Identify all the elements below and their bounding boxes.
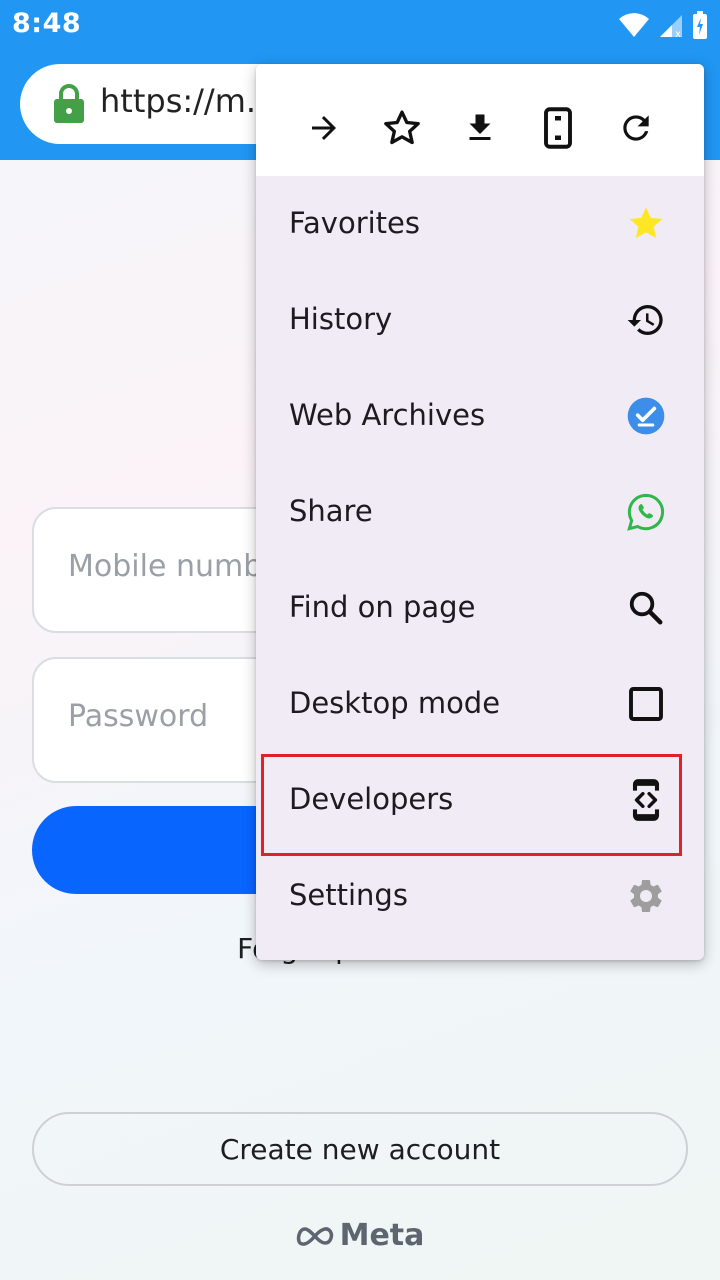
download-icon: [469, 114, 491, 140]
search-icon: [626, 588, 666, 628]
cellular-signal-icon: x: [660, 15, 682, 38]
status-time: 8:48: [12, 8, 82, 39]
lock-icon: [54, 84, 84, 123]
bookmark-button[interactable]: [382, 108, 422, 148]
url-text[interactable]: https://m.facebook.com: [100, 82, 280, 120]
download-button[interactable]: [460, 108, 500, 148]
menu-item-label: Desktop mode: [289, 686, 501, 720]
archive-check-icon: [626, 396, 666, 436]
svg-text:x: x: [675, 29, 681, 38]
star-icon: [626, 204, 666, 244]
gear-icon: [626, 876, 666, 916]
battery-icon: [693, 11, 707, 39]
menu-item-settings[interactable]: Settings: [256, 848, 704, 944]
menu-item-share[interactable]: Share: [256, 464, 704, 560]
menu-item-label: Find on page: [289, 590, 476, 624]
forward-button[interactable]: [304, 108, 344, 148]
menu-item-history[interactable]: History: [256, 272, 704, 368]
wifi-icon: [619, 13, 649, 37]
developers-highlight-box: [261, 754, 682, 856]
status-icons: x: [618, 10, 708, 40]
status-bar: 8:48 x: [0, 0, 720, 50]
menu-item-label: Web Archives: [289, 398, 486, 432]
meta-infinity-icon: [296, 1226, 333, 1246]
menu-item-web-archives[interactable]: Web Archives: [256, 368, 704, 464]
menu-item-label: Share: [289, 494, 373, 528]
refresh-icon: [623, 115, 649, 141]
whatsapp-icon: [626, 492, 666, 532]
menu-item-label: History: [289, 302, 393, 336]
device-button[interactable]: [538, 107, 578, 149]
history-icon: [626, 300, 666, 340]
forward-icon: [312, 116, 336, 140]
checkbox-icon[interactable]: [626, 684, 666, 724]
phone-icon: [544, 107, 572, 149]
menu-item-desktop-mode[interactable]: Desktop mode: [256, 656, 704, 752]
menu-item-label: Settings: [289, 878, 408, 912]
menu-item-find-on-page[interactable]: Find on page: [256, 560, 704, 656]
menu-item-favorites[interactable]: Favorites: [256, 176, 704, 272]
bookmark-star-icon: [384, 110, 420, 145]
menu-toolbar: [256, 64, 704, 176]
refresh-button[interactable]: [616, 108, 656, 148]
meta-logo-text: Meta: [339, 1218, 425, 1253]
menu-item-label: Favorites: [289, 206, 420, 240]
create-account-button[interactable]: Create new account: [32, 1112, 688, 1186]
meta-logo: Meta: [0, 1218, 720, 1253]
